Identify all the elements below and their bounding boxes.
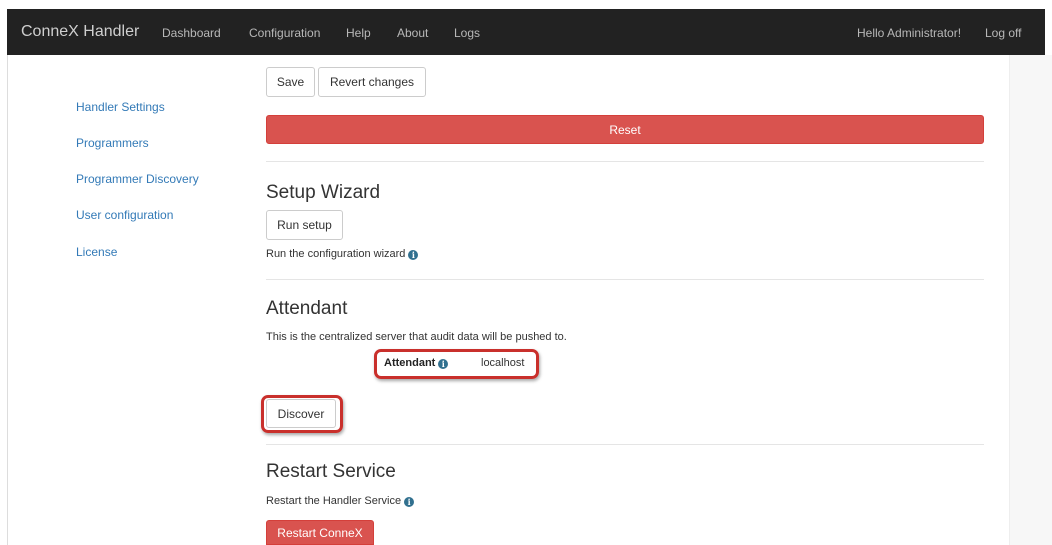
save-button[interactable]: Save	[266, 67, 315, 97]
setup-help-label: Run the configuration wizard	[266, 248, 406, 260]
setup-wizard-heading: Setup Wizard	[266, 182, 381, 203]
nav-about[interactable]: About	[397, 26, 428, 40]
logoff-link[interactable]: Log off	[985, 26, 1021, 40]
attendant-value[interactable]: localhost	[481, 357, 524, 369]
sidebar-item-handler-settings[interactable]: Handler Settings	[76, 100, 165, 114]
info-icon[interactable]: i	[408, 250, 419, 260]
divider	[266, 444, 984, 445]
right-gutter	[1010, 55, 1052, 545]
discover-button[interactable]: Discover	[266, 399, 336, 428]
nav-dashboard[interactable]: Dashboard	[162, 26, 221, 40]
nav-logs[interactable]: Logs	[454, 26, 480, 40]
attendant-field-label: Attendant i	[384, 357, 449, 369]
restart-help-text: Restart the Handler Service i	[266, 495, 415, 507]
info-icon[interactable]: i	[404, 497, 415, 507]
info-icon[interactable]: i	[438, 359, 449, 369]
attendant-description: This is the centralized server that audi…	[266, 331, 567, 343]
restart-connex-button[interactable]: Restart ConneX	[266, 520, 374, 545]
restart-service-heading: Restart Service	[266, 461, 396, 482]
attendant-heading: Attendant	[266, 298, 348, 319]
sidebar-item-programmers[interactable]: Programmers	[76, 136, 149, 150]
divider	[266, 161, 984, 162]
top-navbar: ConneX Handler Dashboard Configuration H…	[7, 9, 1045, 55]
restart-help-label: Restart the Handler Service	[266, 495, 402, 507]
setup-help-text: Run the configuration wizard i	[266, 248, 419, 260]
attendant-label-text: Attendant	[384, 357, 436, 369]
user-greeting[interactable]: Hello Administrator!	[857, 26, 961, 40]
nav-configuration[interactable]: Configuration	[249, 26, 320, 40]
sidebar-item-programmer-discovery[interactable]: Programmer Discovery	[76, 172, 199, 186]
divider	[266, 279, 984, 280]
nav-help[interactable]: Help	[346, 26, 371, 40]
revert-changes-button[interactable]: Revert changes	[318, 67, 426, 97]
sidebar-item-user-configuration[interactable]: User configuration	[76, 208, 173, 222]
run-setup-button[interactable]: Run setup	[266, 210, 343, 240]
brand-link[interactable]: ConneX Handler	[21, 23, 139, 41]
sidebar-item-license[interactable]: License	[76, 245, 117, 259]
reset-button[interactable]: Reset	[266, 115, 984, 144]
